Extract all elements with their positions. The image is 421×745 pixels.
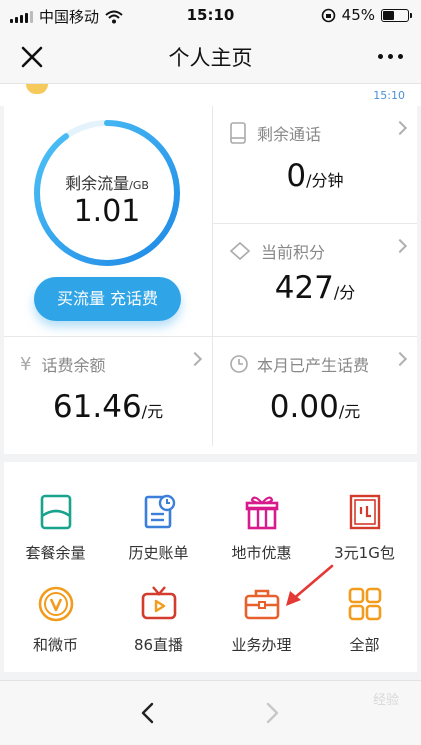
current-points-unit: /分 [333, 283, 356, 302]
battery-percent: 45% [341, 6, 375, 24]
service-data-pack[interactable]: 3元1G包 [313, 476, 416, 568]
service-label: 86直播 [133, 636, 184, 654]
battery-icon [381, 8, 412, 22]
service-local-offers[interactable]: 地市优惠 [210, 476, 313, 568]
package-icon [40, 494, 71, 530]
status-bar: 中国移动 15:10 45% [0, 0, 421, 30]
watermark: 经验 [372, 693, 399, 708]
data-usage-unit: /GB [129, 179, 149, 192]
balance-unit: /元 [141, 402, 164, 421]
clock-icon [230, 355, 248, 373]
current-points-value: 427 [274, 270, 334, 306]
service-label: 历史账单 [128, 544, 189, 562]
message-timestamp: 15:10 [373, 89, 405, 102]
service-live-tv[interactable]: 86直播 [107, 568, 210, 660]
service-coins[interactable]: 和微币 [4, 568, 107, 660]
page-title: 个人主页 [168, 46, 253, 70]
top-strip: 15:10 [0, 84, 421, 106]
phone-icon [230, 122, 246, 144]
yuan-icon: ¥ [20, 353, 32, 375]
coin-icon [38, 586, 73, 622]
current-points-label: 当前积分 [261, 243, 326, 262]
data-usage-label: 剩余流量 [65, 174, 130, 193]
nav-bar: 个人主页 [0, 30, 421, 84]
remaining-calls-unit: /分钟 [306, 171, 344, 190]
remaining-calls-value: 0 [286, 158, 307, 194]
chevron-right-icon [392, 238, 408, 254]
service-bill-history[interactable]: 历史账单 [107, 476, 210, 568]
back-icon[interactable] [138, 701, 158, 725]
more-icon[interactable] [378, 54, 403, 59]
chevron-right-icon [187, 351, 203, 367]
service-label: 套餐余量 [25, 544, 86, 562]
data-usage-value: 1.01 [73, 194, 141, 229]
service-label: 业务办理 [231, 636, 292, 654]
gift-icon [245, 496, 278, 530]
avatar [26, 84, 48, 94]
chevron-right-icon [392, 351, 408, 367]
remaining-calls-label: 剩余通话 [257, 125, 322, 144]
account-summary-card: 剩余流量/GB 1.01 买流量 充话费 剩余通话 0/分钟 当前积分 427/… [4, 106, 417, 454]
annotation-arrow [286, 564, 334, 606]
balance-tile[interactable]: ¥ 话费余额 61.46/元 [4, 337, 212, 447]
balance-label: 话费余额 [41, 356, 106, 375]
current-points-tile[interactable]: 当前积分 427/分 [213, 224, 417, 336]
forward-icon[interactable] [262, 701, 282, 725]
diamond-icon [229, 241, 251, 261]
monthly-charges-label: 本月已产生话费 [257, 356, 370, 375]
service-label: 和微币 [32, 636, 78, 654]
monthly-charges-unit: /元 [338, 402, 361, 421]
service-package-balance[interactable]: 套餐余量 [4, 476, 107, 568]
service-label: 全部 [349, 636, 380, 654]
bill-history-icon [144, 494, 175, 529]
monthly-charges-tile[interactable]: 本月已产生话费 0.00/元 [213, 337, 417, 447]
rotation-lock-icon [321, 8, 335, 22]
data-usage-gauge[interactable]: 剩余流量/GB 1.01 [32, 118, 182, 268]
balance-value: 61.46 [52, 389, 142, 425]
remaining-calls-tile[interactable]: 剩余通话 0/分钟 [213, 106, 417, 223]
bottom-toolbar: 经验 [0, 680, 421, 745]
services-grid: 套餐余量 历史账单 地市优惠 3元1G包 和微币 86直播 业务办理 全部 [4, 462, 417, 672]
buy-data-topup-button[interactable]: 买流量 充话费 [34, 277, 181, 321]
tv-icon [141, 586, 176, 620]
monthly-charges-value: 0.00 [269, 389, 339, 425]
chevron-right-icon [392, 120, 408, 136]
data-pack-icon [349, 494, 380, 530]
